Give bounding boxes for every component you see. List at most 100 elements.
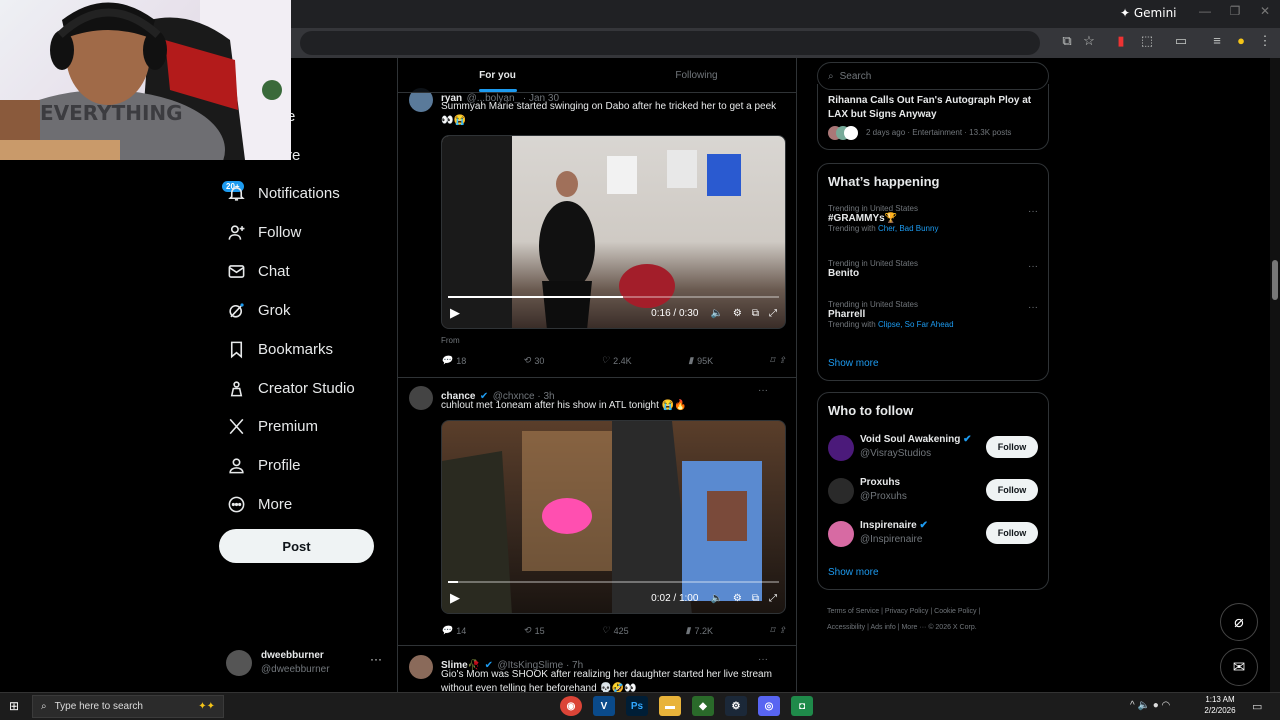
settings-icon[interactable]: ⚙ bbox=[733, 593, 742, 604]
more-dots-icon[interactable]: ··· bbox=[758, 654, 768, 665]
follow-button[interactable]: Follow bbox=[986, 436, 1038, 458]
minimize-button[interactable]: — bbox=[1190, 4, 1220, 18]
trend-item[interactable]: Trending in United States Pharrell Trend… bbox=[828, 300, 1038, 329]
follow-button[interactable]: Follow bbox=[986, 479, 1038, 501]
reply-button[interactable]: 💬 14 bbox=[441, 625, 466, 636]
repost-button[interactable]: ⟲ 30 bbox=[523, 355, 545, 366]
avatar bbox=[828, 521, 854, 547]
more-dots-icon[interactable]: ··· bbox=[1028, 261, 1038, 272]
bookmark-icon[interactable]: ⌑ bbox=[770, 355, 775, 366]
cast-icon[interactable]: ▭ bbox=[1172, 33, 1190, 49]
taskbar-search[interactable]: ⌕ Type here to search ✦✦ bbox=[32, 695, 224, 718]
top-story-card[interactable]: Rihanna Calls Out Fan's Autograph Ploy a… bbox=[817, 84, 1049, 150]
scrollbar-thumb[interactable] bbox=[1272, 260, 1278, 300]
bell-icon bbox=[226, 183, 246, 203]
taskbar-clock[interactable]: 1:13 AM 2/2/2026 bbox=[1200, 694, 1240, 716]
bookmark-share[interactable]: ⌑ ⇪ bbox=[770, 625, 786, 636]
repost-button[interactable]: ⟲ 15 bbox=[523, 625, 545, 636]
bookmark-star-icon[interactable]: ☆ bbox=[1080, 33, 1098, 49]
extension-icon[interactable]: ▮ bbox=[1112, 33, 1130, 49]
footer-link[interactable]: Terms of Service bbox=[827, 608, 879, 615]
nav-follow[interactable]: Follow bbox=[226, 215, 301, 249]
steam-icon[interactable]: ⚙ bbox=[725, 696, 747, 716]
views-button[interactable]: ▮ 95K bbox=[688, 355, 713, 366]
tab-following[interactable]: Following bbox=[597, 58, 796, 92]
pip-icon[interactable]: ⧉ bbox=[752, 308, 759, 319]
windows-start-icon[interactable]: ⊞ bbox=[9, 699, 19, 713]
pip-icon[interactable]: ⧉ bbox=[752, 593, 759, 604]
show-more-link[interactable]: Show more bbox=[828, 567, 879, 578]
footer-link[interactable]: Accessibility bbox=[827, 624, 865, 631]
footer-link[interactable]: Cookie Policy bbox=[934, 608, 976, 615]
nav-creator-studio[interactable]: Creator Studio bbox=[226, 371, 355, 405]
show-more-link[interactable]: Show more bbox=[828, 358, 879, 369]
webcam-overlay: EVERYTHING bbox=[0, 0, 291, 160]
nav-notifications[interactable]: Notifications bbox=[226, 176, 340, 210]
avatar[interactable] bbox=[409, 386, 433, 410]
nav-premium[interactable]: Premium bbox=[226, 409, 318, 443]
tab-for-you[interactable]: For you bbox=[398, 58, 597, 92]
bookmark-share[interactable]: ⌑ ⇪ bbox=[770, 355, 786, 366]
tab-label: For you bbox=[479, 69, 516, 81]
close-button[interactable]: ✕ bbox=[1250, 4, 1280, 18]
media-icon[interactable]: ≡ bbox=[1208, 33, 1226, 48]
fullscreen-icon[interactable]: ⤢ bbox=[769, 593, 777, 604]
bookmark-icon[interactable]: ⌑ bbox=[770, 625, 775, 636]
footer-link[interactable]: Ads info bbox=[870, 624, 895, 631]
follow-button[interactable]: Follow bbox=[986, 522, 1038, 544]
trend-category: Trending in United States bbox=[828, 300, 918, 309]
video-controls: ▶ 0:02 / 1:00 🔈 ⚙ ⧉ ⤢ bbox=[442, 583, 785, 613]
gemini-button[interactable]: ✦ Gemini bbox=[1120, 6, 1177, 20]
more-dots-icon[interactable]: ··· bbox=[1028, 302, 1038, 313]
nav-bookmarks[interactable]: Bookmarks bbox=[226, 332, 333, 366]
avatar[interactable] bbox=[409, 655, 433, 679]
volume-icon[interactable]: 🔈 bbox=[710, 593, 722, 604]
address-bar[interactable] bbox=[300, 31, 1040, 55]
maximize-button[interactable]: ❐ bbox=[1220, 4, 1250, 18]
install-icon[interactable]: ⧉ bbox=[1058, 33, 1076, 49]
tweet-video[interactable]: ▶ 0:16 / 0:30 🔈 ⚙ ⧉ ⤢ bbox=[441, 135, 786, 329]
nav-chat[interactable]: Chat bbox=[226, 254, 290, 288]
menu-dots-icon[interactable]: ⋮ bbox=[1256, 33, 1274, 49]
profile-icon[interactable]: ● bbox=[1232, 33, 1250, 48]
settings-icon[interactable]: ⚙ bbox=[733, 308, 742, 319]
share-icon[interactable]: ⇪ bbox=[778, 355, 786, 366]
scrollbar[interactable] bbox=[1270, 58, 1280, 700]
nav-profile[interactable]: Profile bbox=[226, 448, 301, 482]
like-button[interactable]: ♡ 2.4K bbox=[601, 355, 632, 366]
account-switcher[interactable]: dweebburner @dweebburner ··· bbox=[226, 648, 386, 680]
app-icon[interactable]: ◆ bbox=[692, 696, 714, 716]
tweet-video[interactable]: ▶ 0:02 / 1:00 🔈 ⚙ ⧉ ⤢ bbox=[441, 420, 786, 614]
tweet-text: Summyah Marie started swinging on Dabo a… bbox=[441, 101, 777, 126]
notification-center-icon[interactable]: ▭ bbox=[1252, 700, 1262, 713]
grok-fab-button[interactable]: ⌀ bbox=[1220, 603, 1258, 641]
like-button[interactable]: ♡ 425 bbox=[602, 625, 629, 636]
chrome-icon[interactable]: ◉ bbox=[560, 696, 582, 716]
reply-button[interactable]: 💬 18 bbox=[441, 355, 466, 366]
trend-item[interactable]: Trending in United States Benito bbox=[828, 259, 1038, 279]
more-dots-icon[interactable]: ··· bbox=[758, 385, 768, 396]
system-tray[interactable]: ^ 🔈 ● ◠ bbox=[1130, 700, 1170, 711]
folder-icon[interactable]: ▬ bbox=[659, 696, 681, 716]
post-button[interactable]: Post bbox=[219, 529, 374, 563]
nav-label: Premium bbox=[258, 417, 319, 435]
nav-grok[interactable]: Grok bbox=[226, 293, 291, 327]
discord-icon[interactable]: ◎ bbox=[758, 696, 780, 716]
extensions-puzzle-icon[interactable]: ⬚ bbox=[1138, 33, 1156, 49]
photoshop-icon[interactable]: Ps bbox=[626, 696, 648, 716]
vegas-icon[interactable]: V bbox=[593, 696, 615, 716]
footer-link[interactable]: Privacy Policy bbox=[885, 608, 929, 615]
play-icon[interactable]: ▶ bbox=[450, 305, 460, 321]
messages-fab-button[interactable]: ✉ bbox=[1220, 648, 1258, 686]
footer-link[interactable]: More ··· bbox=[901, 624, 926, 631]
views-button[interactable]: ▮ 7.2K bbox=[685, 625, 712, 636]
trend-item[interactable]: Trending in United States #GRAMMYs🏆 Tren… bbox=[828, 204, 1038, 233]
share-icon[interactable]: ⇪ bbox=[778, 625, 786, 636]
app-icon[interactable]: ◘ bbox=[791, 696, 813, 716]
more-dots-icon[interactable]: ··· bbox=[370, 652, 382, 666]
play-icon[interactable]: ▶ bbox=[450, 590, 460, 606]
volume-icon[interactable]: 🔈 bbox=[710, 308, 722, 319]
nav-more[interactable]: More bbox=[226, 487, 292, 521]
fullscreen-icon[interactable]: ⤢ bbox=[769, 308, 777, 319]
more-dots-icon[interactable]: ··· bbox=[1028, 206, 1038, 217]
